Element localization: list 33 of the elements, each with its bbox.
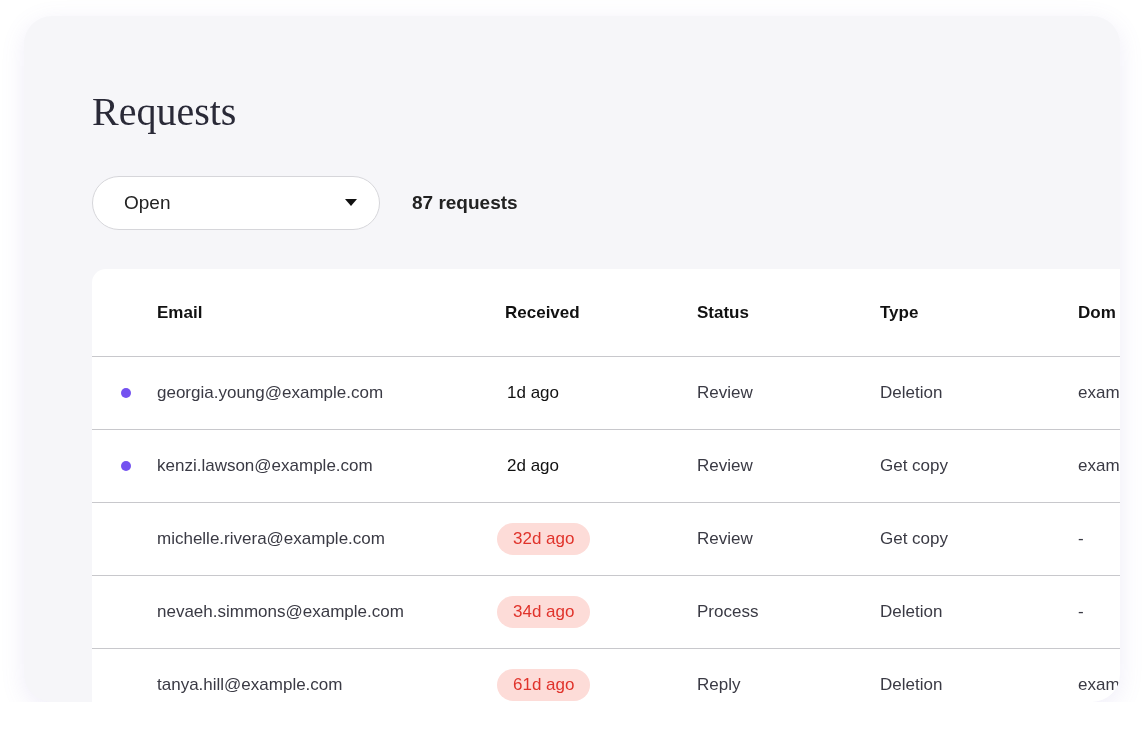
- type-cell-text: Get copy: [880, 456, 950, 476]
- column-header: Email: [157, 302, 204, 323]
- status-cell-text: Review: [697, 529, 754, 549]
- status-cell-text: Process: [697, 602, 760, 622]
- email-cell-text: georgia.young@example.com: [157, 383, 385, 403]
- domain-cell: exam: [1078, 456, 1120, 476]
- received-cell-text: 2d ago: [507, 455, 559, 477]
- type-cell-text: Deletion: [880, 383, 944, 403]
- email-cell-text: michelle.rivera@example.com: [157, 529, 386, 549]
- type-cell-text: Deletion: [880, 675, 944, 695]
- status-cell-text: Reply: [697, 675, 742, 695]
- type-cell-text: Deletion: [880, 602, 944, 622]
- overdue-badge: 34d ago: [497, 596, 591, 628]
- status-cell-text: Review: [697, 456, 754, 476]
- email-cell-text: kenzi.lawson@example.com: [157, 456, 374, 476]
- email-cell-text: nevaeh.simmons@example.com: [157, 602, 405, 622]
- domain-cell: exam: [1078, 383, 1120, 403]
- email-cell-text: tanya.hill@example.com: [157, 675, 344, 695]
- column-header: Type: [880, 302, 920, 323]
- domain-cell-text: -: [1078, 602, 1085, 622]
- status-cell-text: Review: [697, 383, 754, 403]
- page-title: Requests: [92, 88, 238, 136]
- column-header: Received: [505, 302, 581, 323]
- type-cell-text: Get copy: [880, 529, 950, 549]
- domain-cell-text: -: [1078, 529, 1085, 549]
- request-count: 87 requests: [412, 192, 518, 214]
- received-cell-text: 1d ago: [507, 382, 559, 404]
- column-header: Status: [697, 302, 750, 323]
- overdue-badge: 61d ago: [497, 669, 591, 701]
- column-header: Dom: [1078, 302, 1117, 323]
- status-dropdown[interactable]: Open: [92, 176, 380, 230]
- caret-icon: [345, 199, 357, 207]
- overdue-badge: 32d ago: [497, 523, 591, 555]
